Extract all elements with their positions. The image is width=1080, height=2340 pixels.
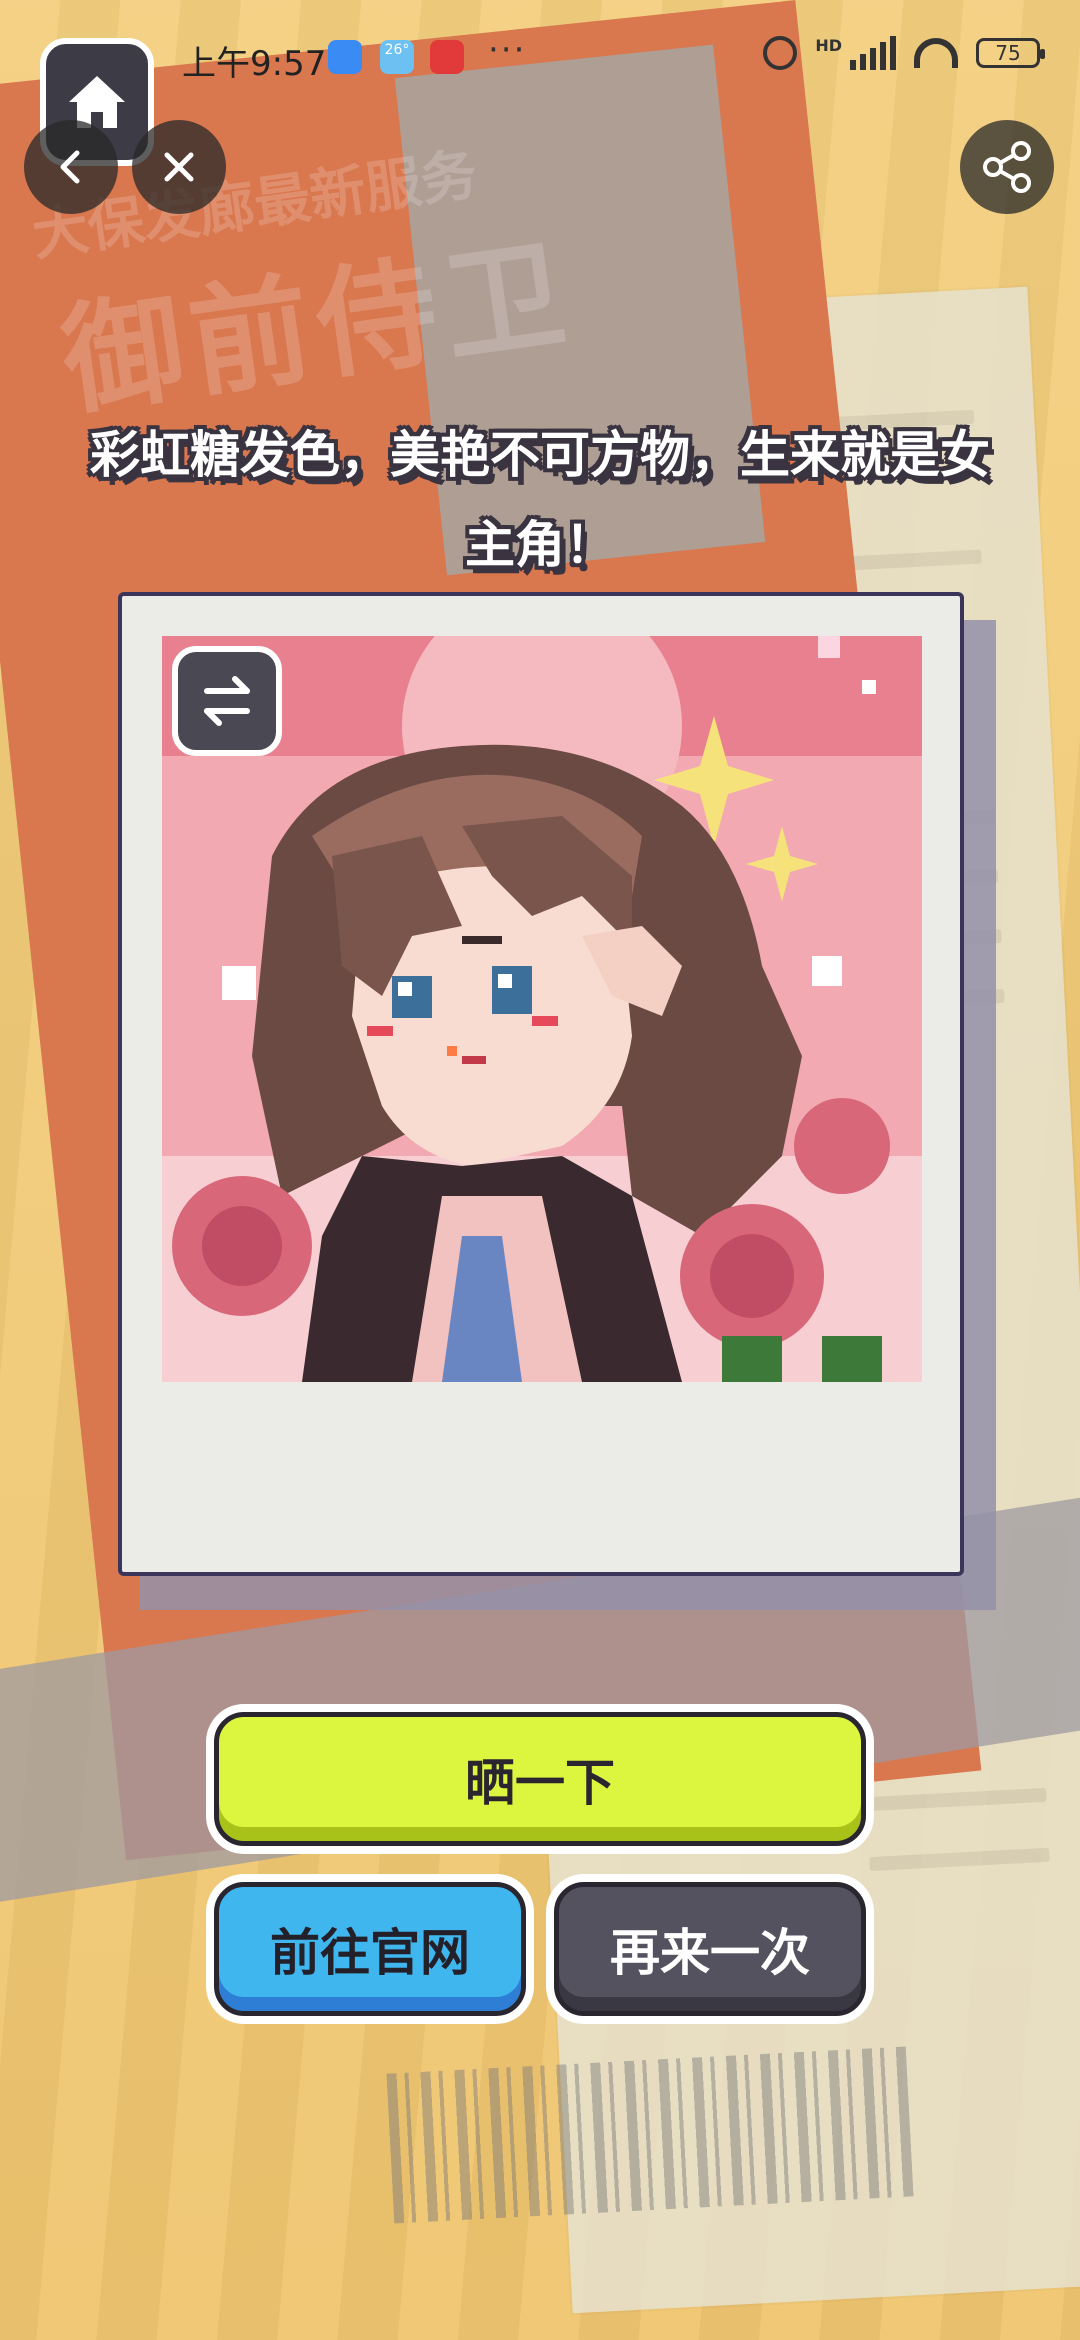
app-notification-icon: [328, 40, 362, 74]
battery-icon: 75: [976, 38, 1045, 68]
close-button[interactable]: [132, 120, 226, 214]
back-icon: [60, 150, 80, 184]
retry-button[interactable]: 再来一次: [554, 1882, 866, 2016]
wifi-icon: [914, 38, 958, 68]
official-website-button[interactable]: 前往官网: [214, 1882, 526, 2016]
back-button[interactable]: [24, 120, 118, 214]
status-time: 上午9:57: [182, 44, 327, 84]
signal-icon: [850, 36, 896, 70]
share-icon: [983, 141, 1031, 193]
more-notifications-icon: ···: [488, 30, 527, 70]
close-icon: [164, 152, 194, 182]
swap-icon: [204, 676, 250, 726]
pixel-portrait-image: [162, 636, 922, 1382]
result-card: [118, 592, 964, 1576]
news-app-icon: [430, 40, 464, 74]
weather-icon: 26°: [380, 40, 414, 74]
pixel-character-illustration: [162, 636, 922, 1382]
result-title: 彩虹糖发色，美艳不可方物，生来就是女主角！: [90, 426, 990, 574]
barcode-decoration: [386, 2046, 914, 2224]
alarm-icon: [763, 36, 798, 70]
share-button[interactable]: [960, 120, 1054, 214]
status-bar: 上午9:57 26° ··· HD 75: [0, 0, 1080, 116]
swap-button[interactable]: [172, 646, 282, 756]
battery-level: 75: [995, 41, 1021, 65]
share-result-button[interactable]: 晒一下: [214, 1712, 866, 1846]
hd-label: HD: [815, 36, 842, 55]
